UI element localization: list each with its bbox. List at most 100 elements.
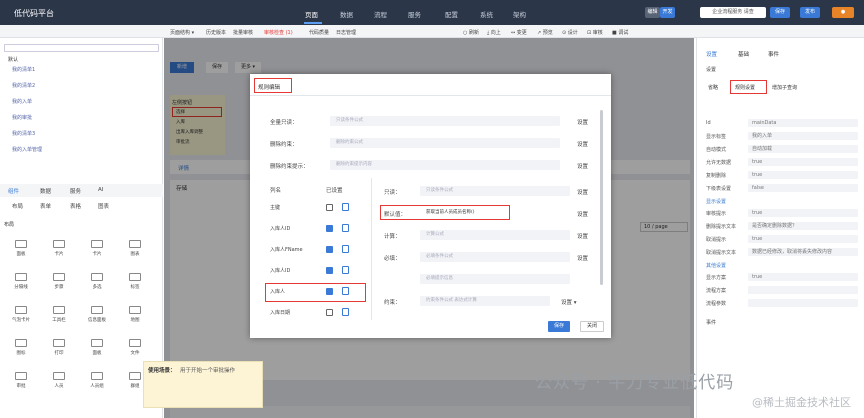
edit-icon[interactable] xyxy=(342,245,349,253)
set-button[interactable]: 设置 xyxy=(577,232,588,240)
tree-item[interactable]: 我的清单1 xyxy=(12,66,35,73)
page-structure-menu[interactable]: 页面结构 ▾ xyxy=(170,29,194,36)
dialog-scrollbar[interactable] xyxy=(600,110,603,285)
nav-flow[interactable]: 流程 xyxy=(374,9,387,19)
add-subquery-button[interactable]: 增加子查询 xyxy=(772,84,797,91)
up-button[interactable]: ⤓ 向上 xyxy=(487,29,501,36)
tree-item[interactable]: 我的清单2 xyxy=(12,82,35,89)
component-tile[interactable]: 多选 xyxy=(82,273,112,290)
tab-components[interactable]: 组件 xyxy=(8,187,19,195)
prop-value[interactable]: true xyxy=(748,171,858,179)
prop-value[interactable]: 我的入单 xyxy=(748,132,858,140)
component-tile[interactable]: 分隔线 xyxy=(6,273,36,290)
search-input[interactable]: 企业流程服务 请查 xyxy=(700,7,766,18)
rule-input[interactable]: 必填条件公式 xyxy=(420,252,570,262)
prop-value[interactable] xyxy=(748,299,858,307)
tab-service[interactable]: 服务 xyxy=(70,187,81,195)
subtab-layout[interactable]: 布局 xyxy=(12,202,23,210)
component-tile[interactable]: 标签 xyxy=(120,273,150,290)
component-tile[interactable]: 步骤 xyxy=(44,273,74,290)
tab-ai[interactable]: AI xyxy=(98,187,103,193)
edit-icon[interactable] xyxy=(342,266,349,274)
default-value-row[interactable] xyxy=(380,205,510,220)
debug-button[interactable]: ■ 调试 xyxy=(612,29,628,36)
column-checkbox[interactable] xyxy=(326,267,333,274)
prop-value[interactable]: true xyxy=(748,209,858,217)
batch-review-button[interactable]: 批量审核 xyxy=(233,29,253,36)
tree-item[interactable]: 我的入单 xyxy=(12,98,32,105)
set-button[interactable]: 设置 xyxy=(577,188,588,196)
code-quality-button[interactable]: 代码质量 xyxy=(309,29,329,36)
publish-top-button[interactable]: 发布 xyxy=(800,7,820,18)
nav-arch[interactable]: 架构 xyxy=(513,9,526,19)
nav-page[interactable]: 页面 xyxy=(305,9,318,19)
prop-value[interactable]: true xyxy=(748,235,858,243)
nav-service[interactable]: 服务 xyxy=(408,9,421,19)
column-name[interactable]: 主键 xyxy=(270,204,310,211)
preview-button[interactable]: ↗ 预览 xyxy=(537,29,553,36)
tab-data[interactable]: 数据 xyxy=(40,187,51,195)
tab-events[interactable]: 事件 xyxy=(768,50,779,58)
rule-input[interactable]: 只读条件公式 xyxy=(420,186,570,196)
tree-item[interactable]: 我的清单3 xyxy=(12,130,35,137)
column-checkbox[interactable] xyxy=(326,204,333,211)
prop-value[interactable]: 自动加载 xyxy=(748,145,858,153)
prop-value[interactable]: true xyxy=(748,273,858,281)
rule-input[interactable]: 删除约束公式 xyxy=(330,138,560,148)
subtab-chart[interactable]: 图表 xyxy=(98,202,109,210)
save-top-button[interactable]: 保存 xyxy=(770,7,790,18)
column-checkbox[interactable] xyxy=(326,246,333,253)
component-tile[interactable]: 图表 xyxy=(120,240,150,257)
column-name[interactable]: 入库人FName xyxy=(270,246,310,253)
component-tile[interactable]: 气泡卡片 xyxy=(6,306,36,323)
tree-search-input[interactable] xyxy=(4,44,159,52)
column-name[interactable]: 入库日期 xyxy=(270,309,310,316)
column-name[interactable]: 入库人ID xyxy=(270,225,310,232)
log-button[interactable]: 日志管理 xyxy=(336,29,356,36)
prop-value[interactable]: 是否确定删除数据？ xyxy=(748,222,858,230)
refresh-button[interactable]: ○ 刷新 xyxy=(463,29,479,36)
rule-input[interactable]: 删除约束提示内容 xyxy=(330,160,560,170)
column-name[interactable]: 入库人ID xyxy=(270,267,310,274)
tab-settings[interactable]: 设置 xyxy=(706,50,717,58)
rule-input[interactable]: 计算公式 xyxy=(420,230,570,240)
subtab-table[interactable]: 表格 xyxy=(70,202,81,210)
set-button[interactable]: 设置 xyxy=(577,254,588,262)
component-tile[interactable]: 图标 xyxy=(6,339,36,356)
component-tile[interactable]: 打印 xyxy=(44,339,74,356)
nav-data[interactable]: 数据 xyxy=(340,9,353,19)
prop-value[interactable]: true xyxy=(748,158,858,166)
column-checkbox[interactable] xyxy=(326,225,333,232)
edit-icon[interactable] xyxy=(342,224,349,232)
dialog-save-button[interactable]: 保存 xyxy=(548,321,570,332)
component-tile[interactable]: 面板 xyxy=(6,240,36,257)
subtab-omit[interactable]: 省略 xyxy=(708,84,718,91)
nav-system[interactable]: 系统 xyxy=(480,9,493,19)
tree-item[interactable]: 我的审批 xyxy=(12,114,32,121)
user-button[interactable]: ● xyxy=(832,7,854,18)
dialog-close-button[interactable]: 关闭 xyxy=(580,321,604,332)
component-tile[interactable]: 卡片 xyxy=(44,240,74,257)
component-tile[interactable]: 审批 xyxy=(6,372,36,389)
prop-value[interactable] xyxy=(748,286,858,294)
set-button[interactable]: 设置 xyxy=(577,210,588,218)
component-tile[interactable]: 文件 xyxy=(120,339,150,356)
rule-input[interactable]: 约束条件公式 表达式计算 xyxy=(420,296,550,306)
component-tile[interactable]: 地图 xyxy=(120,306,150,323)
history-button[interactable]: 历史版本 xyxy=(206,29,226,36)
component-tile[interactable]: 卡片 xyxy=(82,240,112,257)
tab-basic[interactable]: 基础 xyxy=(738,50,749,58)
component-tile[interactable]: 信息面板 xyxy=(82,306,112,323)
tree-item[interactable]: 我的入单管理 xyxy=(12,146,42,153)
edit-icon[interactable] xyxy=(342,203,349,211)
rule-input[interactable]: 必填提示信息 xyxy=(420,274,570,284)
component-tile[interactable]: 群组 xyxy=(120,372,150,389)
column-checkbox[interactable] xyxy=(326,309,333,316)
mode-dev-toggle[interactable]: 开发 xyxy=(660,7,675,18)
component-tile[interactable]: 工具栏 xyxy=(44,306,74,323)
audit-button[interactable]: ⊡ 审核 xyxy=(587,29,603,36)
edit-icon[interactable] xyxy=(342,308,349,316)
subtab-form[interactable]: 表单 xyxy=(40,202,51,210)
tree-root[interactable]: 默认 xyxy=(8,56,18,63)
prop-value[interactable]: false xyxy=(748,184,858,192)
